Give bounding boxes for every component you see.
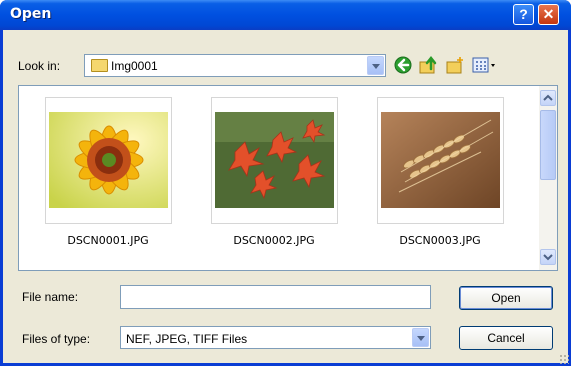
open-button[interactable]: Open xyxy=(459,286,553,310)
title-bar[interactable]: Open ? ✕ xyxy=(0,0,571,30)
file-item-dscn0002[interactable] xyxy=(211,97,338,224)
chevron-down-icon xyxy=(543,254,553,261)
files-of-type-value: NEF, JPEG, TIFF Files xyxy=(126,332,248,346)
chevron-down-icon[interactable] xyxy=(367,56,384,75)
cancel-button[interactable]: Cancel xyxy=(459,326,553,350)
file-name-field[interactable] xyxy=(120,285,431,309)
close-icon: ✕ xyxy=(542,6,555,22)
file-name-label: DSCN0003.JPG xyxy=(399,234,481,247)
file-name-label: DSCN0001.JPG xyxy=(67,234,149,247)
scroll-down-button[interactable] xyxy=(540,249,556,265)
resize-grip[interactable] xyxy=(559,354,569,364)
scroll-thumb[interactable] xyxy=(540,110,556,180)
file-item-dscn0003[interactable] xyxy=(377,97,504,224)
files-of-type-combobox[interactable]: NEF, JPEG, TIFF Files xyxy=(120,326,431,349)
wheat-thumbnail xyxy=(381,112,500,208)
look-in-combobox[interactable]: Img0001 xyxy=(84,54,386,77)
scroll-up-button[interactable] xyxy=(540,90,556,106)
help-icon: ? xyxy=(519,6,528,22)
folder-icon xyxy=(91,59,108,72)
back-icon[interactable] xyxy=(393,55,413,75)
files-of-type-label: Files of type: xyxy=(22,332,91,346)
new-folder-icon[interactable] xyxy=(445,55,465,75)
chevron-up-icon xyxy=(543,94,553,101)
chevron-down-icon[interactable] xyxy=(412,328,429,347)
file-item-dscn0001[interactable] xyxy=(45,97,172,224)
dialog-title: Open xyxy=(10,6,52,22)
views-menu-icon[interactable] xyxy=(471,55,497,75)
vertical-scrollbar[interactable] xyxy=(539,86,557,270)
up-folder-icon[interactable] xyxy=(418,55,438,75)
file-name-label: File name: xyxy=(22,290,79,304)
look-in-value: Img0001 xyxy=(111,59,158,73)
lilies-thumbnail xyxy=(215,112,334,208)
file-list[interactable]: DSCN0001.JPG DSCN0002.JPG DSCN0003.JPG xyxy=(18,85,558,271)
look-in-label: Look in: xyxy=(18,59,61,73)
file-name-label: DSCN0002.JPG xyxy=(233,234,315,247)
close-button[interactable]: ✕ xyxy=(538,4,559,25)
help-button[interactable]: ? xyxy=(513,4,534,25)
sunflower-thumbnail xyxy=(49,112,168,208)
